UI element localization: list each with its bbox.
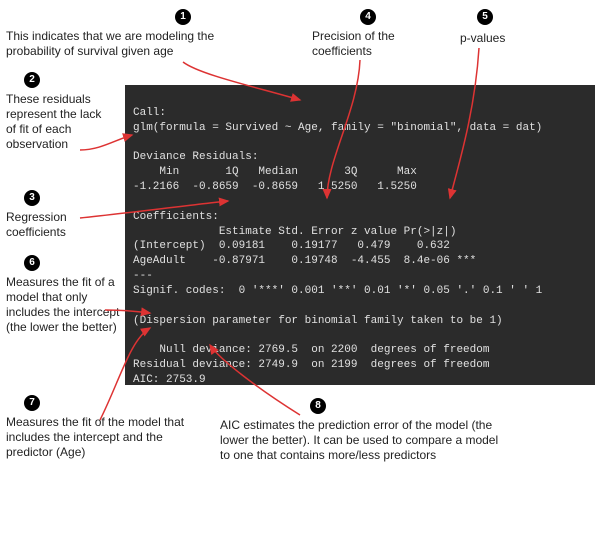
callout-text-7: Measures the fit of the model that inclu… [6,415,186,460]
callout-text-2: These residuals represent the lack of fi… [6,92,106,152]
deviance-residuals-values: -1.2166 -0.8659 -0.8659 1.5250 1.5250 [133,181,417,193]
callout-text-1: This indicates that we are modeling the … [6,29,266,59]
callout-badge-4: 4 [360,9,376,25]
dispersion-line: (Dispersion parameter for binomial famil… [133,315,503,327]
callout-badge-1: 1 [175,9,191,25]
callout-text-8: AIC estimates the prediction error of th… [220,418,500,463]
callout-badge-3: 3 [24,190,40,206]
residual-deviance-line: Residual deviance: 2749.9 on 2199 degree… [133,359,489,371]
callout-text-6: Measures the fit of a model that only in… [6,275,121,335]
callout-text-5: p-values [460,31,520,46]
coef-intercept-row: (Intercept) 0.09181 0.19177 0.479 0.632 [133,240,450,252]
call-line: glm(formula = Survived ~ Age, family = "… [133,122,542,134]
signif-dash: --- [133,270,153,282]
call-label: Call: [133,107,166,119]
deviance-residuals-label: Deviance Residuals: [133,151,258,163]
signif-codes: Signif. codes: 0 '***' 0.001 '**' 0.01 '… [133,285,542,297]
deviance-residuals-header: Min 1Q Median 3Q Max [133,166,417,178]
coefficients-label: Coefficients: [133,211,219,223]
coef-age-row: AgeAdult -0.87971 0.19748 -4.455 8.4e-06… [133,255,476,267]
callout-text-4: Precision of the coefficients [312,29,422,59]
callout-badge-6: 6 [24,255,40,271]
callout-badge-7: 7 [24,395,40,411]
callout-text-3: Regression coefficients [6,210,106,240]
callout-badge-8: 8 [310,398,326,414]
coefficients-header: Estimate Std. Error z value Pr(>|z|) [133,226,456,238]
aic-line: AIC: 2753.9 [133,374,206,385]
null-deviance-line: Null deviance: 2769.5 on 2200 degrees of… [133,344,489,356]
callout-badge-2: 2 [24,72,40,88]
callout-badge-5: 5 [477,9,493,25]
r-console-output: Call: glm(formula = Survived ~ Age, fami… [125,85,595,385]
